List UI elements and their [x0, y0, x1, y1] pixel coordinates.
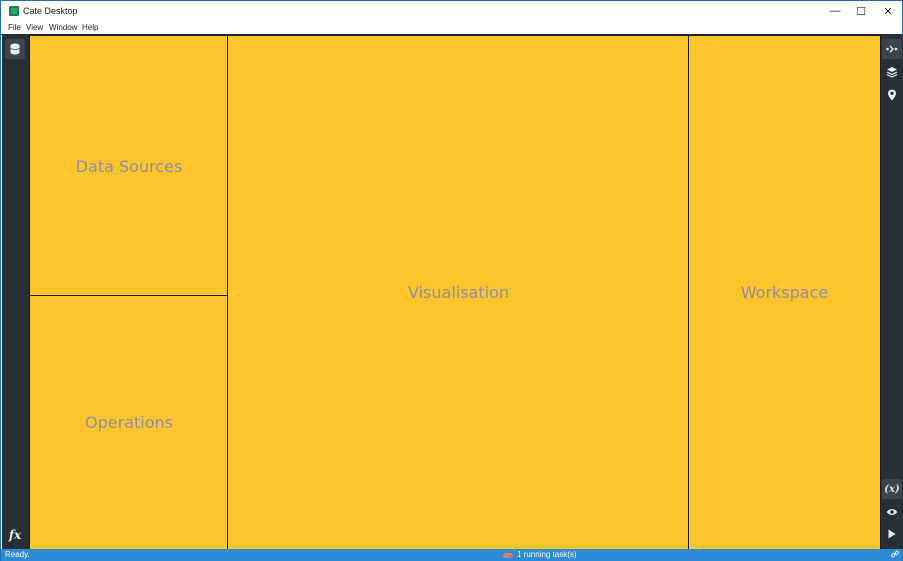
visualisation-label: Visualisation	[408, 283, 509, 302]
places-button[interactable]	[882, 85, 902, 105]
left-sidebar: fx	[2, 35, 29, 549]
database-icon	[10, 43, 20, 55]
visualisation-panel[interactable]: Visualisation	[227, 35, 690, 550]
link-icon[interactable]	[891, 550, 899, 560]
workspace-toggle-button[interactable]	[882, 39, 902, 59]
close-icon: ✕	[883, 5, 893, 18]
variables-icon: (x)	[884, 483, 900, 495]
running-tasks-label: 1 running task(s)	[517, 550, 577, 559]
layers-button[interactable]	[882, 62, 902, 82]
operations-label: Operations	[85, 413, 173, 432]
eye-icon	[886, 509, 898, 515]
run-button[interactable]	[882, 524, 902, 544]
status-text: Ready.	[5, 550, 30, 559]
data-sources-panel[interactable]: Data Sources	[29, 35, 229, 297]
menu-help[interactable]: Help	[82, 22, 98, 33]
window-title: Cate Desktop	[23, 6, 78, 16]
workspace-panel[interactable]: Workspace	[688, 35, 881, 550]
variables-button[interactable]: (x)	[882, 479, 902, 499]
menu-view[interactable]: View	[26, 22, 43, 33]
progress-icon	[503, 552, 513, 558]
panel-toggle-icon	[886, 45, 898, 53]
close-button[interactable]: ✕	[874, 1, 902, 21]
map-marker-icon	[888, 89, 896, 101]
title-bar[interactable]: Cate Desktop — ☐ ✕	[1, 1, 902, 21]
operations-toggle-button[interactable]: fx	[5, 525, 25, 545]
running-tasks-indicator[interactable]: 1 running task(s)	[503, 550, 577, 560]
menu-file[interactable]: File	[8, 22, 21, 33]
operations-panel[interactable]: Operations	[29, 295, 229, 550]
status-bar: Ready. 1 running task(s)	[1, 549, 902, 561]
data-sources-label: Data Sources	[75, 156, 183, 176]
workspace-label: Workspace	[740, 283, 829, 302]
maximize-icon: ☐	[856, 5, 866, 18]
layers-icon	[886, 67, 898, 78]
maximize-button[interactable]: ☐	[847, 1, 875, 21]
menu-bar: File View Window Help	[1, 21, 902, 34]
play-icon	[888, 529, 896, 539]
view-button[interactable]	[882, 502, 902, 522]
app-icon	[9, 6, 19, 16]
menu-window[interactable]: Window	[49, 22, 77, 33]
data-sources-toggle-button[interactable]	[5, 39, 25, 59]
app-window: Cate Desktop — ☐ ✕ File View Window Help…	[0, 0, 903, 561]
minimize-icon: —	[829, 5, 841, 17]
minimize-button[interactable]: —	[821, 1, 849, 21]
function-icon: fx	[8, 528, 22, 542]
right-sidebar: (x)	[881, 35, 903, 549]
